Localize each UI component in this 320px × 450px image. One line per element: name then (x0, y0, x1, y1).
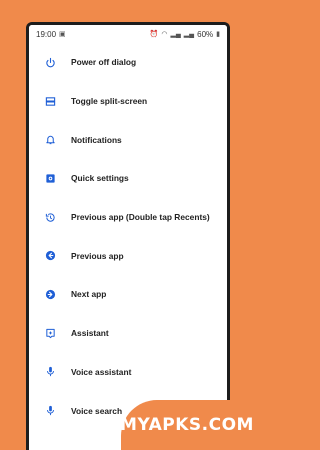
mic-icon (29, 405, 71, 416)
list-item-previous-app-double-tap[interactable]: Previous app (Double tap Recents) (29, 198, 227, 237)
split-screen-icon (29, 96, 71, 107)
gallery-notification-icon: ▣ (59, 30, 66, 38)
battery-percent: 60% (197, 29, 214, 39)
action-list: Power off dialog Toggle split-screen Not… (29, 43, 227, 430)
list-item-label: Next app (71, 289, 107, 300)
watermark-text: MYAPKS.COM (120, 415, 254, 435)
list-item-label: Notifications (71, 134, 122, 145)
assistant-icon (29, 328, 71, 339)
list-item-previous-app[interactable]: Previous app (29, 236, 227, 275)
power-icon (29, 57, 71, 68)
list-item-notifications[interactable]: Notifications (29, 120, 227, 159)
list-item-quick-settings[interactable]: Quick settings (29, 159, 227, 198)
phone-screen: 19:00 ▣ ⏰ ◠ ▂▄ ▂▄ 60% ▮ Power off dialog… (26, 22, 230, 450)
list-item-label: Toggle split-screen (71, 96, 148, 107)
arrow-right-circle-icon (29, 289, 71, 300)
alarm-icon: ⏰ (149, 30, 159, 38)
arrow-left-circle-icon (29, 250, 71, 261)
list-item-next-app[interactable]: Next app (29, 275, 227, 314)
list-item-assistant[interactable]: Assistant (29, 314, 227, 353)
list-item-label: Voice search (71, 405, 123, 416)
list-item-toggle-split-screen[interactable]: Toggle split-screen (29, 82, 227, 121)
wifi-icon: ◠ (161, 30, 168, 38)
bell-icon (29, 134, 71, 145)
status-time: 19:00 (36, 29, 57, 39)
history-icon (29, 212, 71, 223)
list-item-power-off-dialog[interactable]: Power off dialog (29, 43, 227, 82)
list-item-label: Quick settings (71, 173, 129, 184)
signal-icon: ▂▄ (183, 30, 195, 38)
list-item-label: Voice assistant (71, 366, 132, 377)
battery-icon: ▮ (216, 30, 220, 38)
list-item-label: Previous app (71, 250, 124, 261)
list-item-label: Previous app (Double tap Recents) (71, 212, 210, 223)
list-item-label: Power off dialog (71, 57, 137, 68)
list-item-label: Assistant (71, 328, 109, 339)
signal-icon: ▂▄ (170, 30, 181, 38)
list-item-voice-assistant[interactable]: Voice assistant (29, 353, 227, 392)
mic-icon (29, 366, 71, 377)
watermark: MYAPKS.COM (120, 400, 254, 450)
settings-icon (29, 173, 71, 184)
status-bar: 19:00 ▣ ⏰ ◠ ▂▄ ▂▄ 60% ▮ (29, 25, 227, 43)
